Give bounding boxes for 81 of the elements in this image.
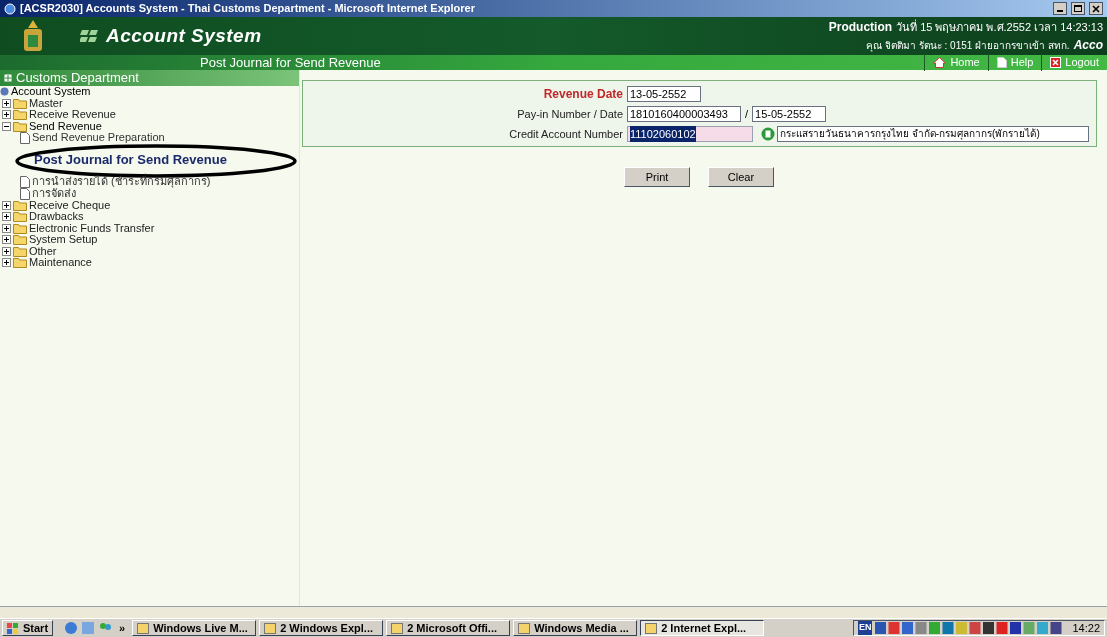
tree-item[interactable]: Drawbacks <box>29 211 84 223</box>
form-button[interactable]: Print <box>624 167 690 187</box>
folder-icon <box>13 211 27 223</box>
tree-item[interactable]: การนำส่งรายได้ (ชำระที่กรมศุลกากร) <box>32 175 211 188</box>
collapse-icon[interactable] <box>2 121 11 131</box>
logo-mark-icon <box>80 30 98 42</box>
page-title: Post Journal for Send Revenue <box>200 56 382 69</box>
browser-icon[interactable] <box>64 621 79 635</box>
browser-icon <box>4 2 16 15</box>
field-label: Pay-in Number / Date <box>516 107 624 122</box>
payin-number-field[interactable]: 1810160400003493 <box>627 106 741 123</box>
window-title: [ACSR2030] Accounts System - Thai Customs Department - Microsoft Internet Explorer <box>20 1 476 17</box>
window-icon <box>264 622 277 634</box>
tree-item[interactable]: Other <box>29 245 57 257</box>
chevron-icon[interactable]: » <box>115 619 130 637</box>
expand-icon[interactable] <box>2 235 11 245</box>
expand-icon[interactable] <box>2 110 11 120</box>
expand-icon[interactable] <box>2 98 11 108</box>
tree-item[interactable]: Receive Revenue <box>29 109 116 121</box>
document-icon <box>20 187 30 200</box>
user-info: คุณ จิตติมา รัตนะ : 0151 ฝ่ายอากรขาเข้า สทก. <box>866 38 1070 53</box>
expand-icon[interactable] <box>2 246 11 256</box>
taskbar-button[interactable]: Windows Live M... <box>132 620 257 636</box>
window-icon <box>518 622 531 634</box>
tree-item[interactable]: Send Revenue <box>29 120 102 132</box>
tree-item[interactable]: Send Revenue Preparation <box>32 132 165 144</box>
tree-root[interactable]: Account System <box>11 86 91 98</box>
folder-icon <box>13 120 27 132</box>
form-button[interactable]: Clear <box>708 167 774 187</box>
tree-item[interactable]: การจัดส่ง <box>32 187 76 200</box>
expand-icon[interactable] <box>2 200 11 210</box>
folder-icon <box>13 199 27 211</box>
tree-item[interactable]: Receive Cheque <box>29 199 111 211</box>
house-icon <box>933 57 947 68</box>
tree-item[interactable]: Master <box>29 97 63 109</box>
window-icon <box>645 622 658 634</box>
folder-icon <box>13 97 27 109</box>
taskbar-button[interactable]: 2 Internet Expl... <box>640 620 765 636</box>
document-icon <box>20 132 30 144</box>
separator-text: / <box>744 107 750 122</box>
taskbar-button[interactable]: Windows Media ... <box>513 620 638 636</box>
account-name-field[interactable]: กระแสรายวันธนาคารกรุงไทย จำกัด-กรมศุลกากร(พักรายได้) <box>777 125 1089 142</box>
logo-text: Acco <box>1073 37 1103 54</box>
document-icon <box>996 57 1007 68</box>
close-icon <box>1050 57 1062 68</box>
expand-icon[interactable] <box>2 258 11 268</box>
folder-icon <box>13 234 27 246</box>
cube-icon <box>0 87 9 97</box>
datetime-text: วันที่ 15 พฤษภาคม พ.ศ.2552 เวลา 14:23:13 <box>896 19 1103 35</box>
taskbar-button[interactable]: 2 Windows Expl... <box>259 620 384 636</box>
close-button[interactable] <box>1089 2 1103 15</box>
tree-item[interactable]: Electronic Funds Transfer <box>29 222 155 234</box>
expand-icon[interactable] <box>2 223 11 233</box>
tree-item[interactable]: Maintenance <box>29 257 92 269</box>
windows-logo-icon <box>7 622 19 634</box>
lookup-icon[interactable] <box>761 126 775 141</box>
window-icon <box>391 622 404 634</box>
maximize-button[interactable] <box>1071 2 1085 15</box>
sidebar-title: Customs Department <box>16 69 139 87</box>
field-label: Revenue Date <box>542 86 624 103</box>
clock: 14:22 <box>1072 620 1100 636</box>
app-title: Account System <box>106 23 263 48</box>
pin-icon <box>4 74 12 82</box>
language-indicator[interactable]: EN <box>857 621 873 635</box>
folder-icon <box>13 257 27 269</box>
document-icon <box>20 175 30 188</box>
credit-account-field[interactable]: 11102060102 <box>627 125 753 142</box>
close-icon <box>1092 4 1100 13</box>
revenue-date-field[interactable]: 13-05-2552 <box>627 86 701 102</box>
minimize-button[interactable] <box>1053 2 1067 15</box>
folder-icon <box>13 109 27 121</box>
start-button[interactable]: Start <box>2 620 54 636</box>
folder-icon <box>13 222 27 234</box>
folder-icon <box>13 245 27 257</box>
payin-date-field[interactable]: 15-05-2552 <box>752 106 827 123</box>
environment-label: Production <box>828 19 893 36</box>
tree-item[interactable]: System Setup <box>29 234 98 246</box>
taskbar-button[interactable]: 2 Microsoft Offi... <box>386 620 511 636</box>
expand-icon[interactable] <box>2 212 11 222</box>
field-label: Credit Account Number <box>508 126 624 142</box>
window-icon <box>137 622 150 634</box>
